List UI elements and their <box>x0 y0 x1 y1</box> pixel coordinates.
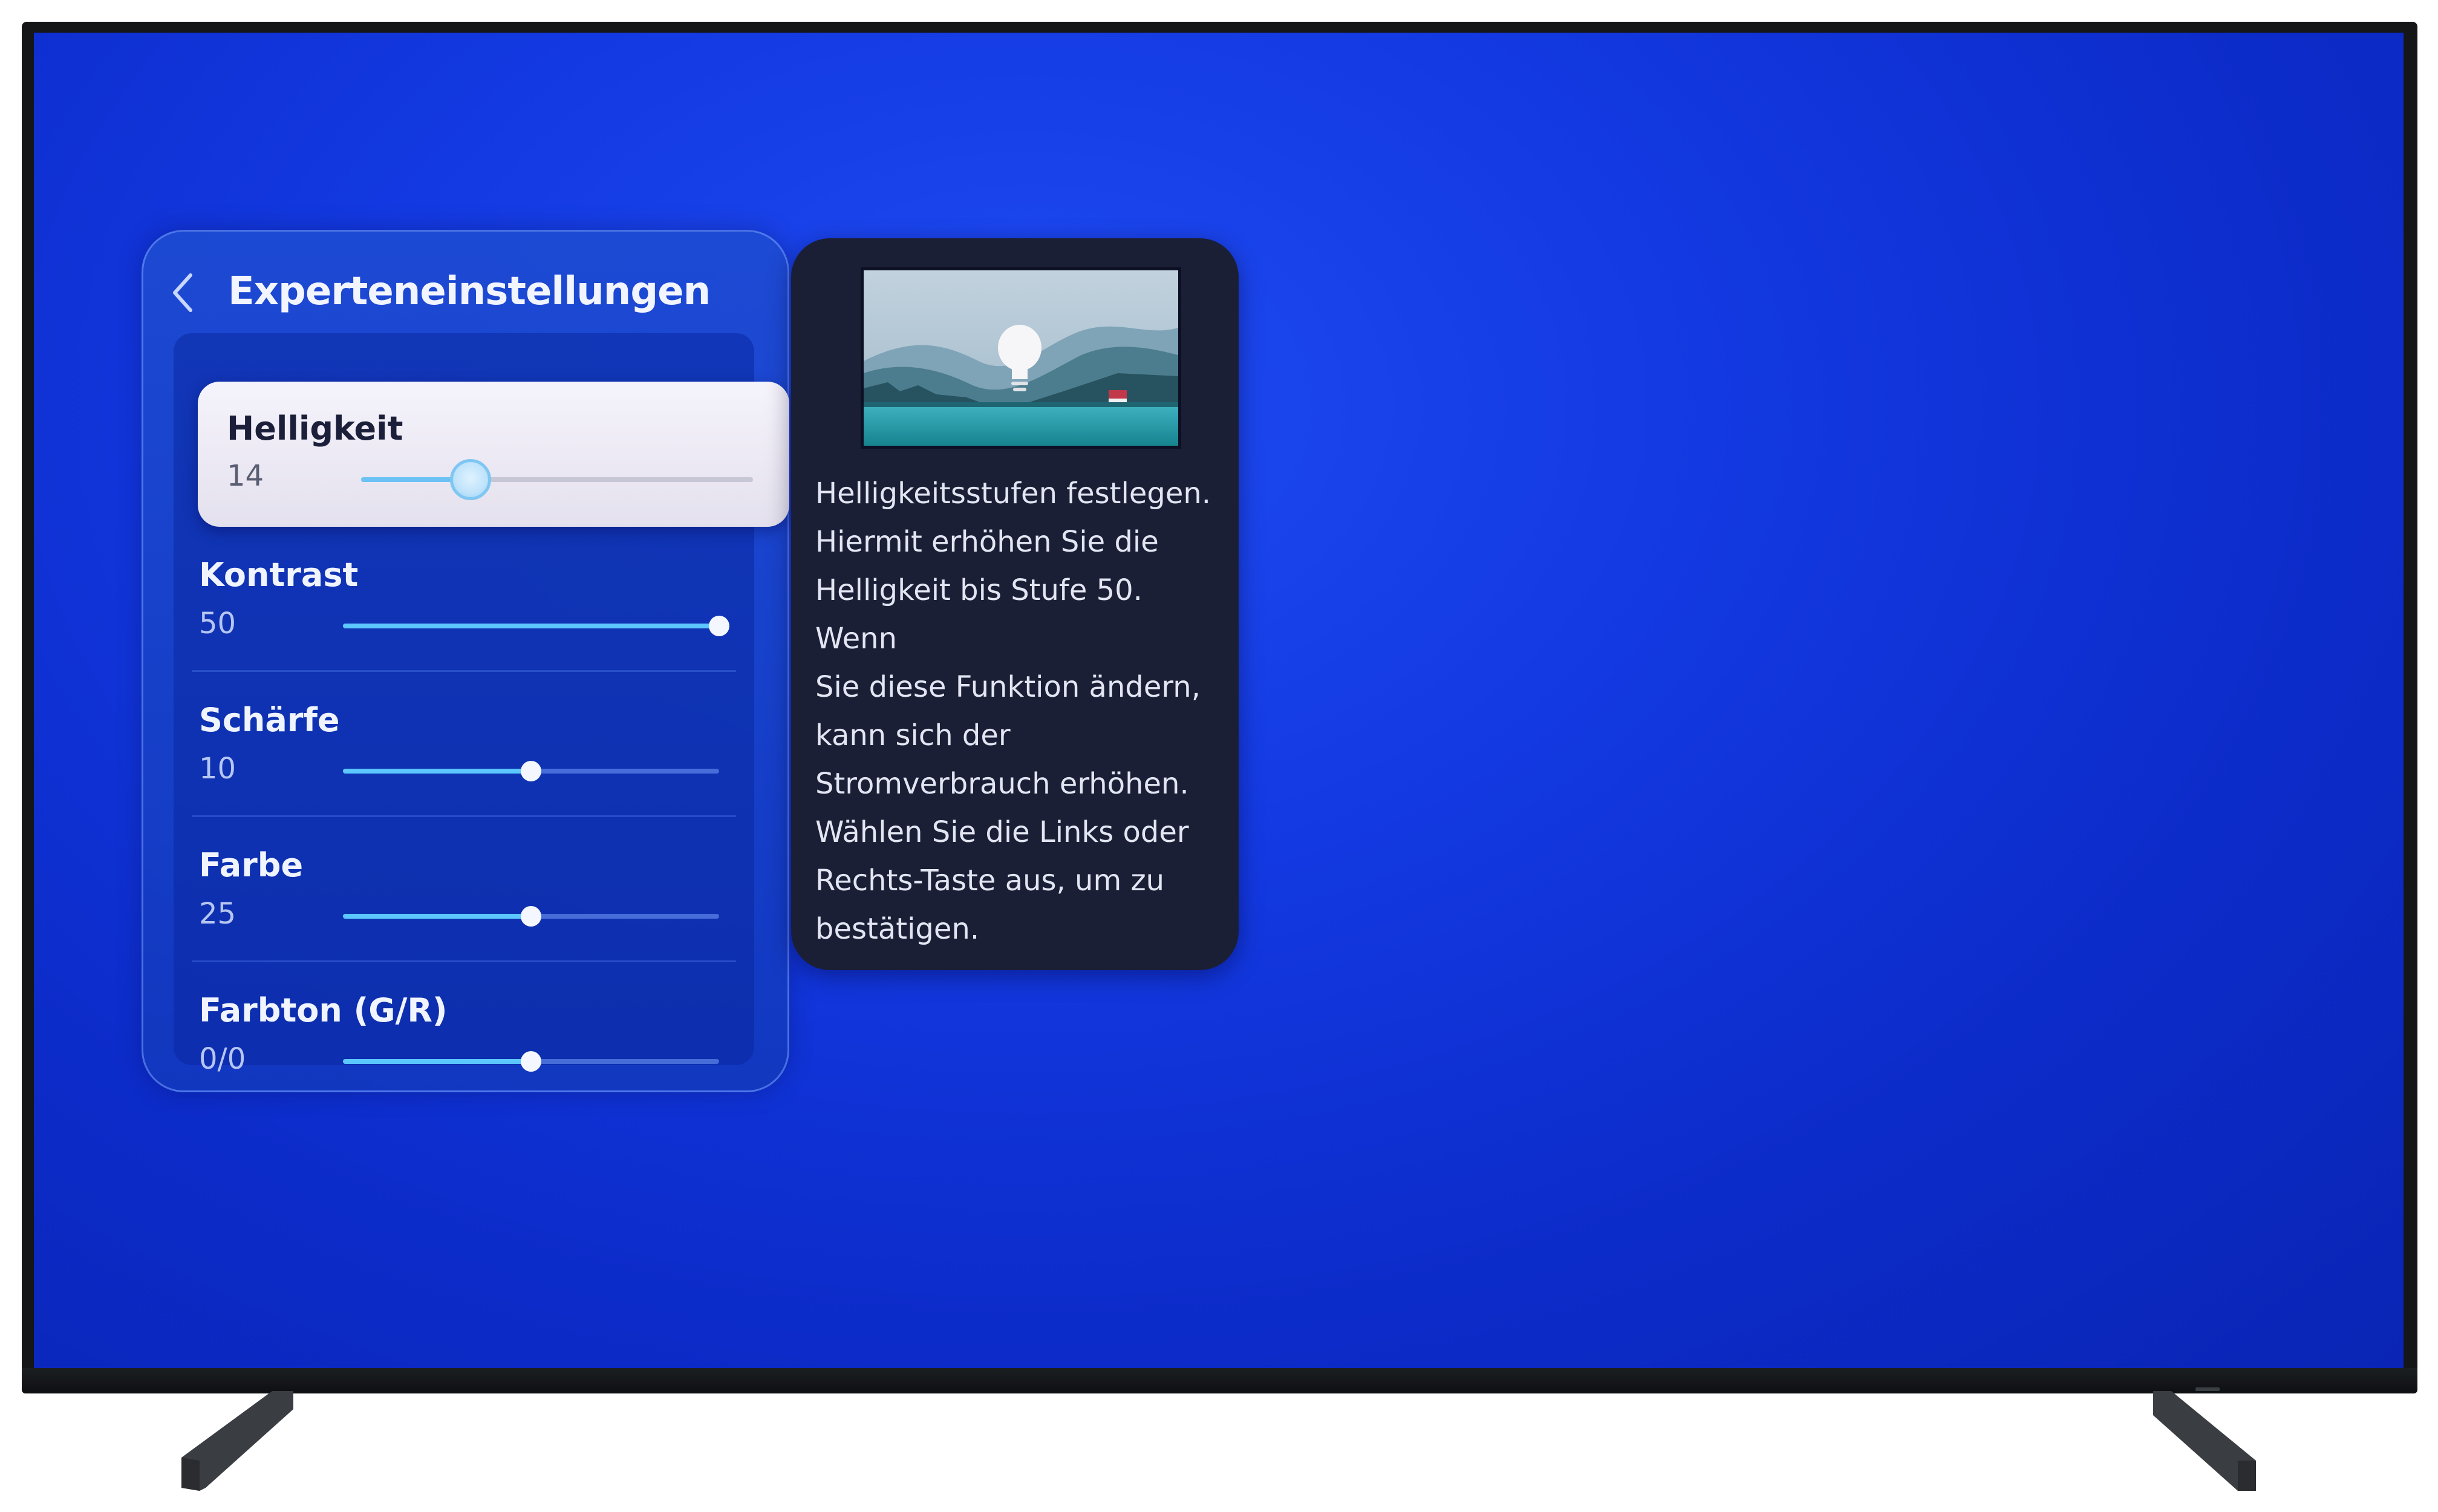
expert-settings-panel: Experteneinstellungen Kontrast 50 Schärf… <box>142 230 789 1092</box>
setting-label: Farbton (G/R) <box>199 991 448 1029</box>
setting-helligkeit[interactable]: Helligkeit 14 <box>198 382 789 527</box>
panel-title: Experteneinstellungen <box>228 269 711 314</box>
setting-farbton[interactable]: Farbton (G/R) 0/0 <box>174 962 754 1107</box>
tv-screen: Experteneinstellungen Kontrast 50 Schärf… <box>34 33 2404 1368</box>
setting-kontrast[interactable]: Kontrast 50 <box>174 527 754 672</box>
chevron-left-icon[interactable] <box>169 272 199 314</box>
setting-farbe[interactable]: Farbe 25 <box>174 817 754 962</box>
slider-thumb[interactable] <box>521 1051 541 1072</box>
setting-label: Farbe <box>199 846 304 884</box>
slider-thumb[interactable] <box>521 906 541 927</box>
slider-fill <box>343 769 531 774</box>
slider-fill <box>343 624 719 628</box>
brightness-lightbulb-landscape-icon <box>861 267 1181 449</box>
setting-value: 10 <box>199 752 236 786</box>
setting-value: 0/0 <box>199 1042 246 1076</box>
farbton-slider[interactable] <box>343 1051 719 1072</box>
helligkeit-slider[interactable] <box>361 459 753 500</box>
slider-fill <box>343 1059 531 1064</box>
panel-header: Experteneinstellungen <box>143 232 787 334</box>
schaerfe-slider[interactable] <box>343 761 719 781</box>
setting-schaerfe[interactable]: Schärfe 10 <box>174 672 754 817</box>
setting-value: 14 <box>227 459 264 493</box>
tv-stand-left <box>181 1391 293 1491</box>
setting-label: Helligkeit <box>227 409 403 448</box>
slider-thumb[interactable] <box>521 761 541 781</box>
farbe-slider[interactable] <box>343 906 719 927</box>
tv-bottom-bezel <box>22 1368 2417 1393</box>
slider-fill <box>343 914 531 919</box>
setting-label: Kontrast <box>199 556 359 594</box>
slider-thumb[interactable] <box>709 616 729 636</box>
setting-value: 25 <box>199 897 236 931</box>
info-description: Helligkeitsstufen festlegen. Hiermit erh… <box>815 477 1211 946</box>
tv-stand-right <box>2153 1391 2256 1491</box>
kontrast-slider[interactable] <box>343 616 729 636</box>
setting-label: Schärfe <box>199 701 340 739</box>
info-panel: Helligkeitsstufen festlegen. Hiermit erh… <box>791 238 1239 970</box>
setting-value: 50 <box>199 607 236 640</box>
slider-thumb[interactable] <box>450 459 492 500</box>
